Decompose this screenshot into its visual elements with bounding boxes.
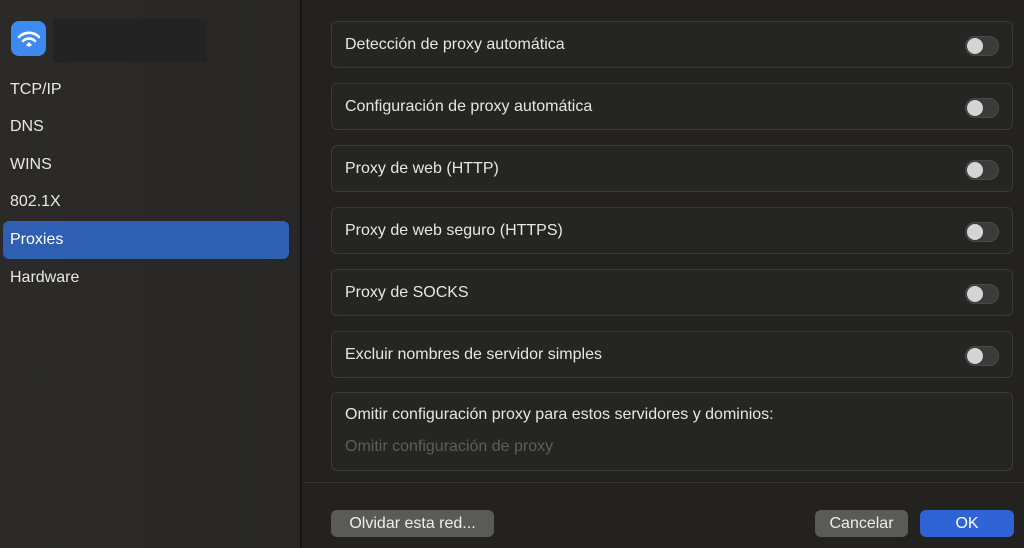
sidebar: TCP/IP DNS WINS 802.1X Proxies Hardware xyxy=(0,0,302,548)
bypass-section: Omitir configuración proxy para estos se… xyxy=(331,392,1013,471)
sidebar-item-tcpip[interactable]: TCP/IP xyxy=(3,71,289,109)
proxy-row-https: Proxy de web seguro (HTTPS) xyxy=(331,207,1013,254)
sidebar-item-wins[interactable]: WINS xyxy=(3,146,289,184)
row-label: Excluir nombres de servidor simples xyxy=(345,346,602,363)
cancel-button[interactable]: Cancelar xyxy=(815,510,908,537)
https-proxy-toggle[interactable] xyxy=(965,222,999,242)
sidebar-item-hardware[interactable]: Hardware xyxy=(3,259,289,297)
socks-proxy-toggle[interactable] xyxy=(965,284,999,304)
proxy-row-http: Proxy de web (HTTP) xyxy=(331,145,1013,192)
footer-divider xyxy=(304,482,1024,483)
bypass-input[interactable]: Omitir configuración de proxy xyxy=(345,438,999,456)
row-label: Proxy de web seguro (HTTPS) xyxy=(345,222,563,239)
proxy-row-auto-config: Configuración de proxy automática xyxy=(331,83,1013,130)
network-name-redacted xyxy=(53,19,207,62)
auto-detect-toggle[interactable] xyxy=(965,36,999,56)
bypass-label: Omitir configuración proxy para estos se… xyxy=(345,406,999,424)
row-label: Proxy de SOCKS xyxy=(345,284,469,301)
exclude-simple-toggle[interactable] xyxy=(965,346,999,366)
forget-network-button[interactable]: Olvidar esta red... xyxy=(331,510,494,537)
proxy-row-exclude-simple: Excluir nombres de servidor simples xyxy=(331,331,1013,378)
proxy-row-socks: Proxy de SOCKS xyxy=(331,269,1013,316)
ok-button[interactable]: OK xyxy=(920,510,1014,537)
row-label: Proxy de web (HTTP) xyxy=(345,160,499,177)
sidebar-item-dns[interactable]: DNS xyxy=(3,108,289,146)
row-label: Detección de proxy automática xyxy=(345,36,565,53)
sidebar-item-proxies[interactable]: Proxies xyxy=(3,221,289,259)
sidebar-item-8021x[interactable]: 802.1X xyxy=(3,183,289,221)
auto-config-toggle[interactable] xyxy=(965,98,999,118)
row-label: Configuración de proxy automática xyxy=(345,98,592,115)
wifi-icon xyxy=(11,21,46,56)
http-proxy-toggle[interactable] xyxy=(965,160,999,180)
proxy-row-auto-detect: Detección de proxy automática xyxy=(331,21,1013,68)
